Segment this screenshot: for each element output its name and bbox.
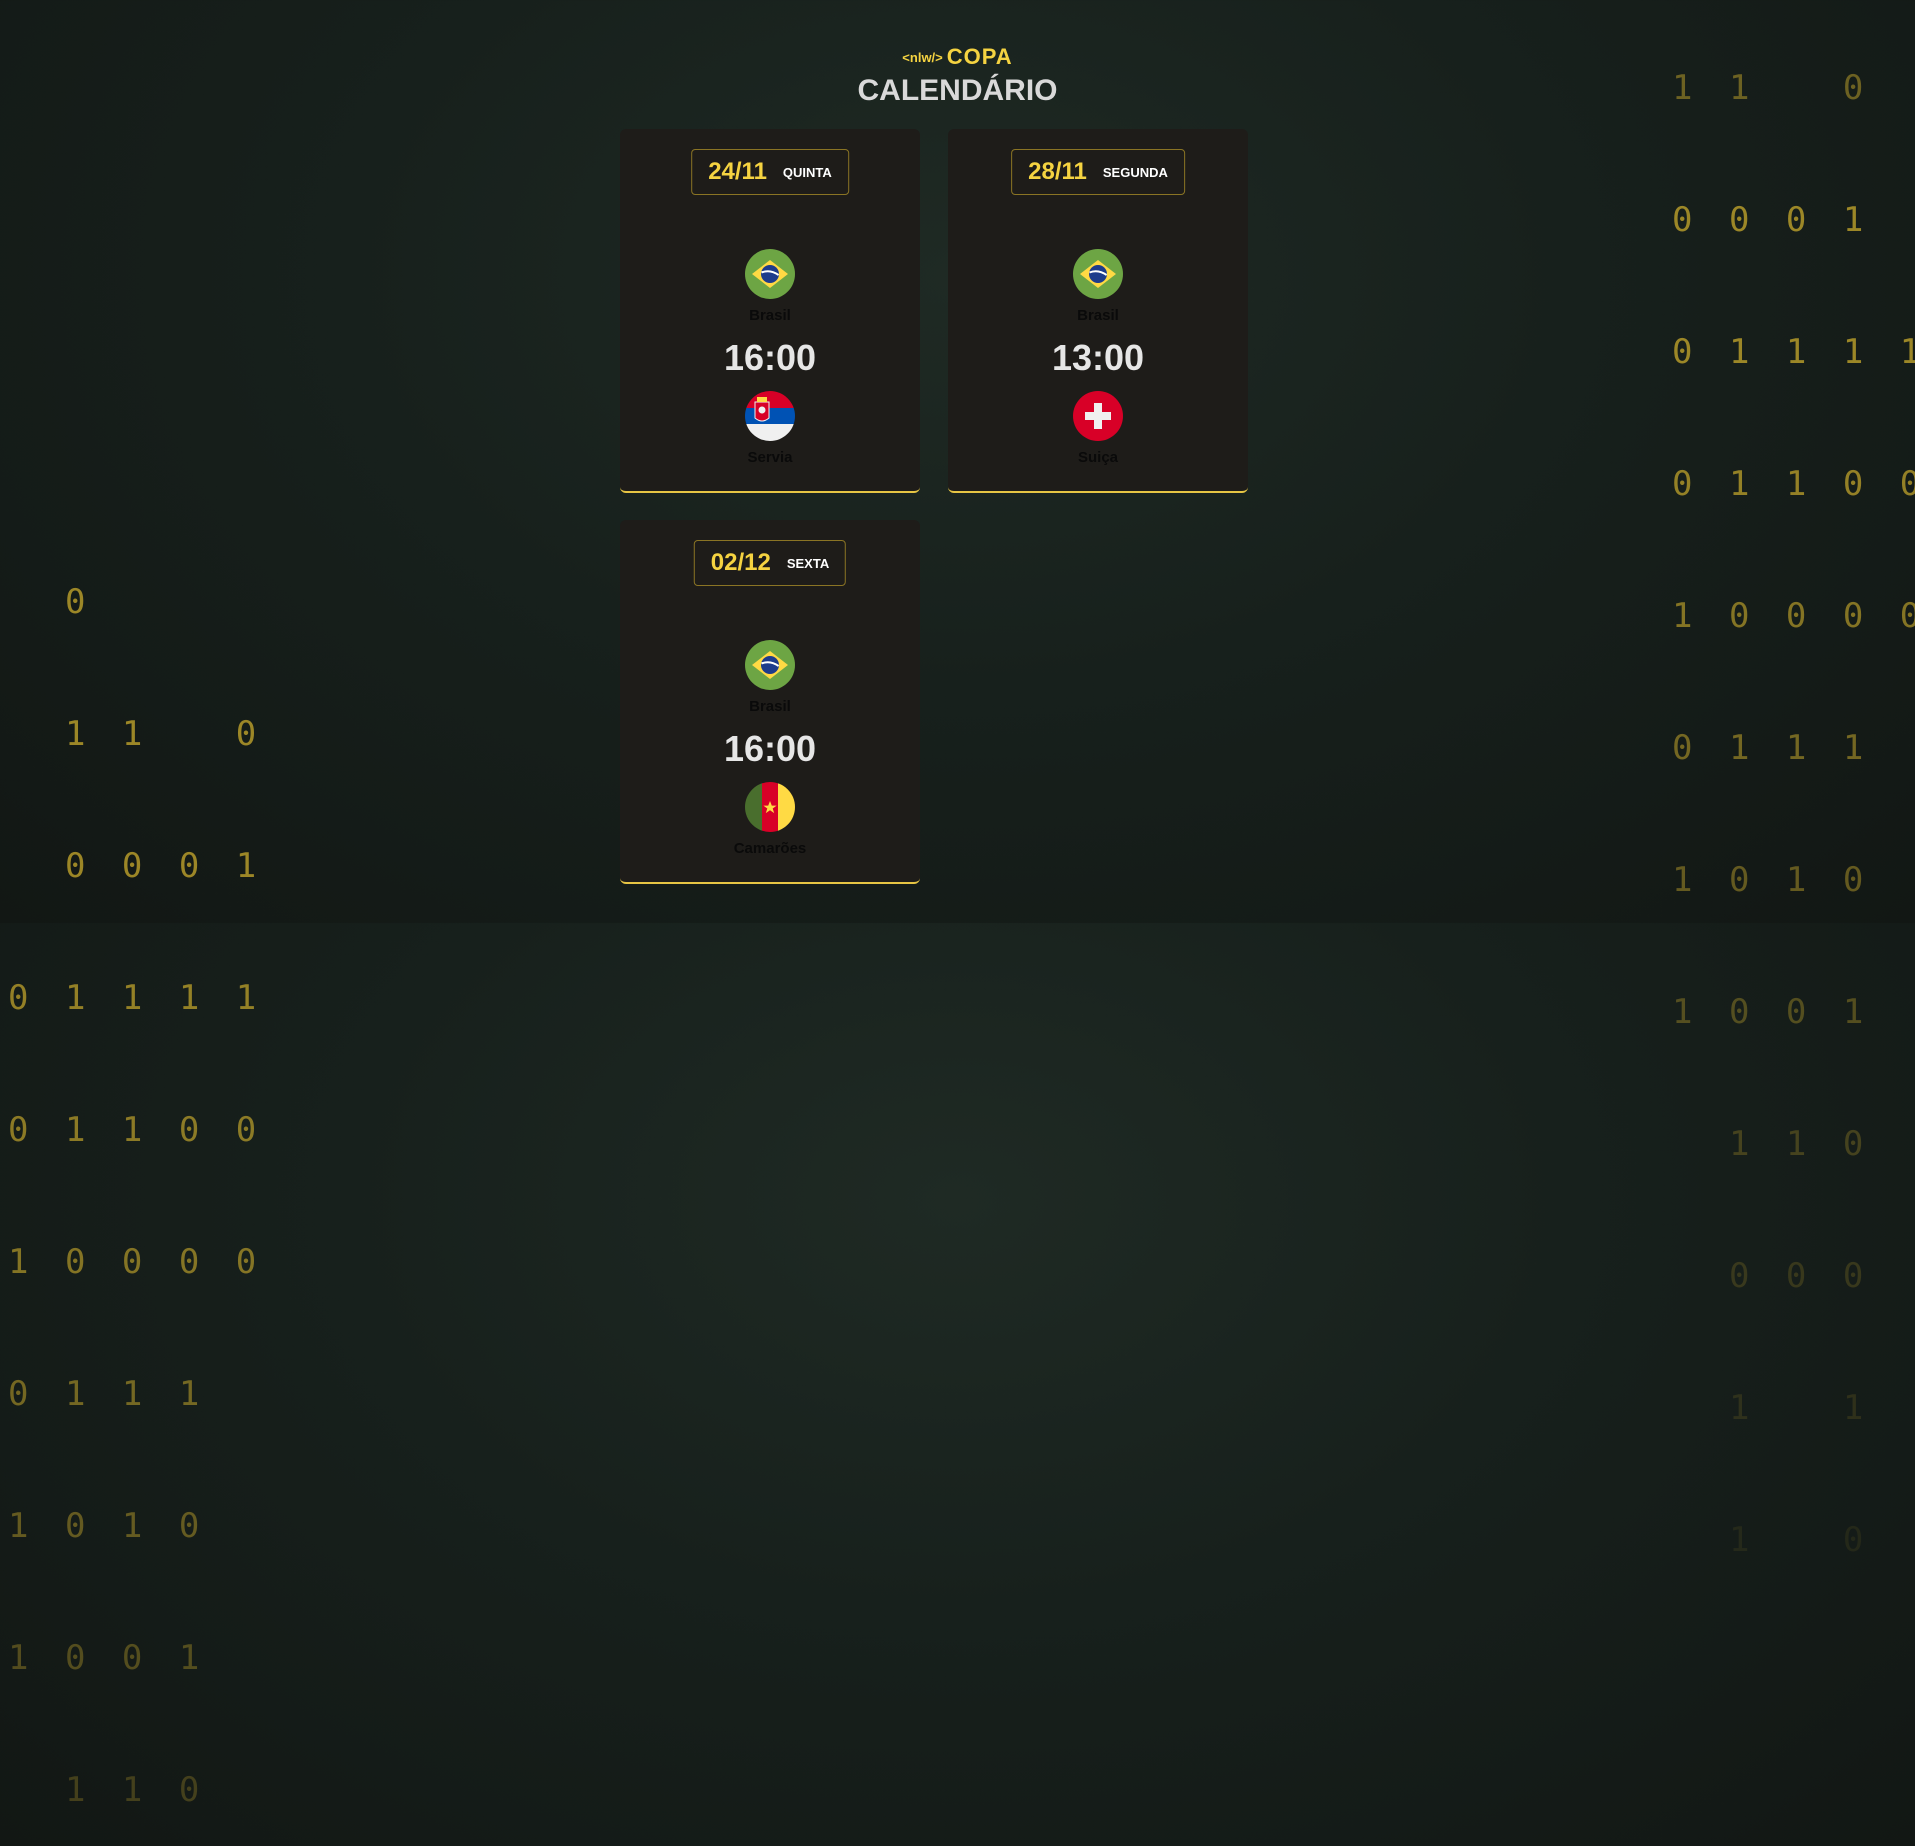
cameroon-flag-icon: [745, 782, 795, 832]
binary-row: 1 0 0 0 0: [1672, 596, 1915, 636]
away-team: Camarões: [620, 782, 920, 857]
away-team: Suiça: [948, 391, 1248, 466]
binary-row: 1 0 1 0: [1672, 860, 1872, 900]
match-time: 13:00: [1051, 337, 1145, 378]
match-date-box: 24/11 QUINTA: [691, 149, 849, 195]
binary-row: 0 1 1 1 1: [1672, 332, 1915, 372]
binary-row: 0 0 0 1: [8, 846, 265, 886]
binary-row: 0 1 1 1: [8, 1374, 208, 1414]
binary-row: 1 0 0 0 0: [8, 1242, 265, 1282]
page-title: CALENDÁRIO: [857, 74, 1058, 107]
binary-row: 1 0 0 1: [8, 1638, 208, 1678]
match-card: 24/11 QUINTA Brasil 16:00 Servia: [620, 129, 920, 493]
home-team: Brasil: [620, 249, 920, 324]
binary-row: 0 0 0 1: [1672, 200, 1872, 240]
binary-row: 1 1: [1672, 1388, 1872, 1428]
binary-row: 1 0 0 1: [1672, 992, 1872, 1032]
brazil-flag-icon: [1073, 249, 1123, 299]
binary-row: 0 0 0: [1672, 1256, 1872, 1296]
match-date-box: 02/12 SEXTA: [693, 540, 847, 586]
logo-name: COPA: [946, 44, 1013, 69]
binary-row: 1 0: [1672, 1520, 1872, 1560]
match-time: 16:00: [723, 337, 817, 378]
team-name: Brasil: [749, 698, 791, 715]
binary-row: 1 1 0: [1672, 1124, 1872, 1164]
match-weekday: SEGUNDA: [1102, 164, 1168, 180]
binary-row: 0 1 1 1 1: [8, 978, 265, 1018]
binary-row: 0 1 1 1: [1672, 728, 1872, 768]
binary-decoration-left: 0 1 1 0 0 0 0 1 0 1 1 1 1 0 1 1 0 0 1 0 …: [8, 492, 264, 1846]
match-card: 02/12 SEXTA Brasil 16:00 Camarões: [620, 520, 920, 884]
team-name: Brasil: [1077, 307, 1119, 324]
match-date-box: 28/11 SEGUNDA: [1011, 149, 1185, 195]
binary-decoration-right: 1 1 0 0 0 0 1 0 1 1 1 1 0 1 1 0 0 1 0 0 …: [1672, 0, 1915, 1606]
team-name: Brasil: [749, 307, 791, 324]
binary-row: 1 0 1 0: [8, 1506, 208, 1546]
home-team: Brasil: [620, 640, 920, 715]
match-weekday: SEXTA: [786, 555, 830, 571]
logo: <nlw/> COPA: [0, 44, 1915, 70]
page-header: <nlw/> COPA CALENDÁRIO: [0, 44, 1915, 108]
brazil-flag-icon: [745, 640, 795, 690]
match-date: 02/12: [710, 549, 771, 576]
team-name: Camarões: [733, 840, 807, 857]
match-time: 16:00: [723, 728, 817, 769]
binary-row: 1 1 0: [8, 1770, 208, 1810]
switzerland-flag-icon: [1073, 391, 1123, 441]
brazil-flag-icon: [745, 249, 795, 299]
match-date: 28/11: [1028, 158, 1087, 185]
logo-tag: <nlw/>: [902, 50, 943, 65]
binary-row: 1 1 0: [8, 714, 265, 754]
team-name: Servia: [747, 449, 793, 466]
binary-row: 0 1 1 0 0: [1672, 464, 1915, 504]
match-weekday: QUINTA: [782, 164, 832, 180]
team-name: Suiça: [1077, 449, 1119, 466]
serbia-flag-icon: [745, 391, 795, 441]
away-team: Servia: [620, 391, 920, 466]
binary-row: 0: [8, 582, 94, 622]
home-team: Brasil: [948, 249, 1248, 324]
match-date: 24/11: [708, 158, 767, 185]
match-card: 28/11 SEGUNDA Brasil 13:00 Suiça: [948, 129, 1248, 493]
binary-row: 0 1 1 0 0: [8, 1110, 265, 1150]
